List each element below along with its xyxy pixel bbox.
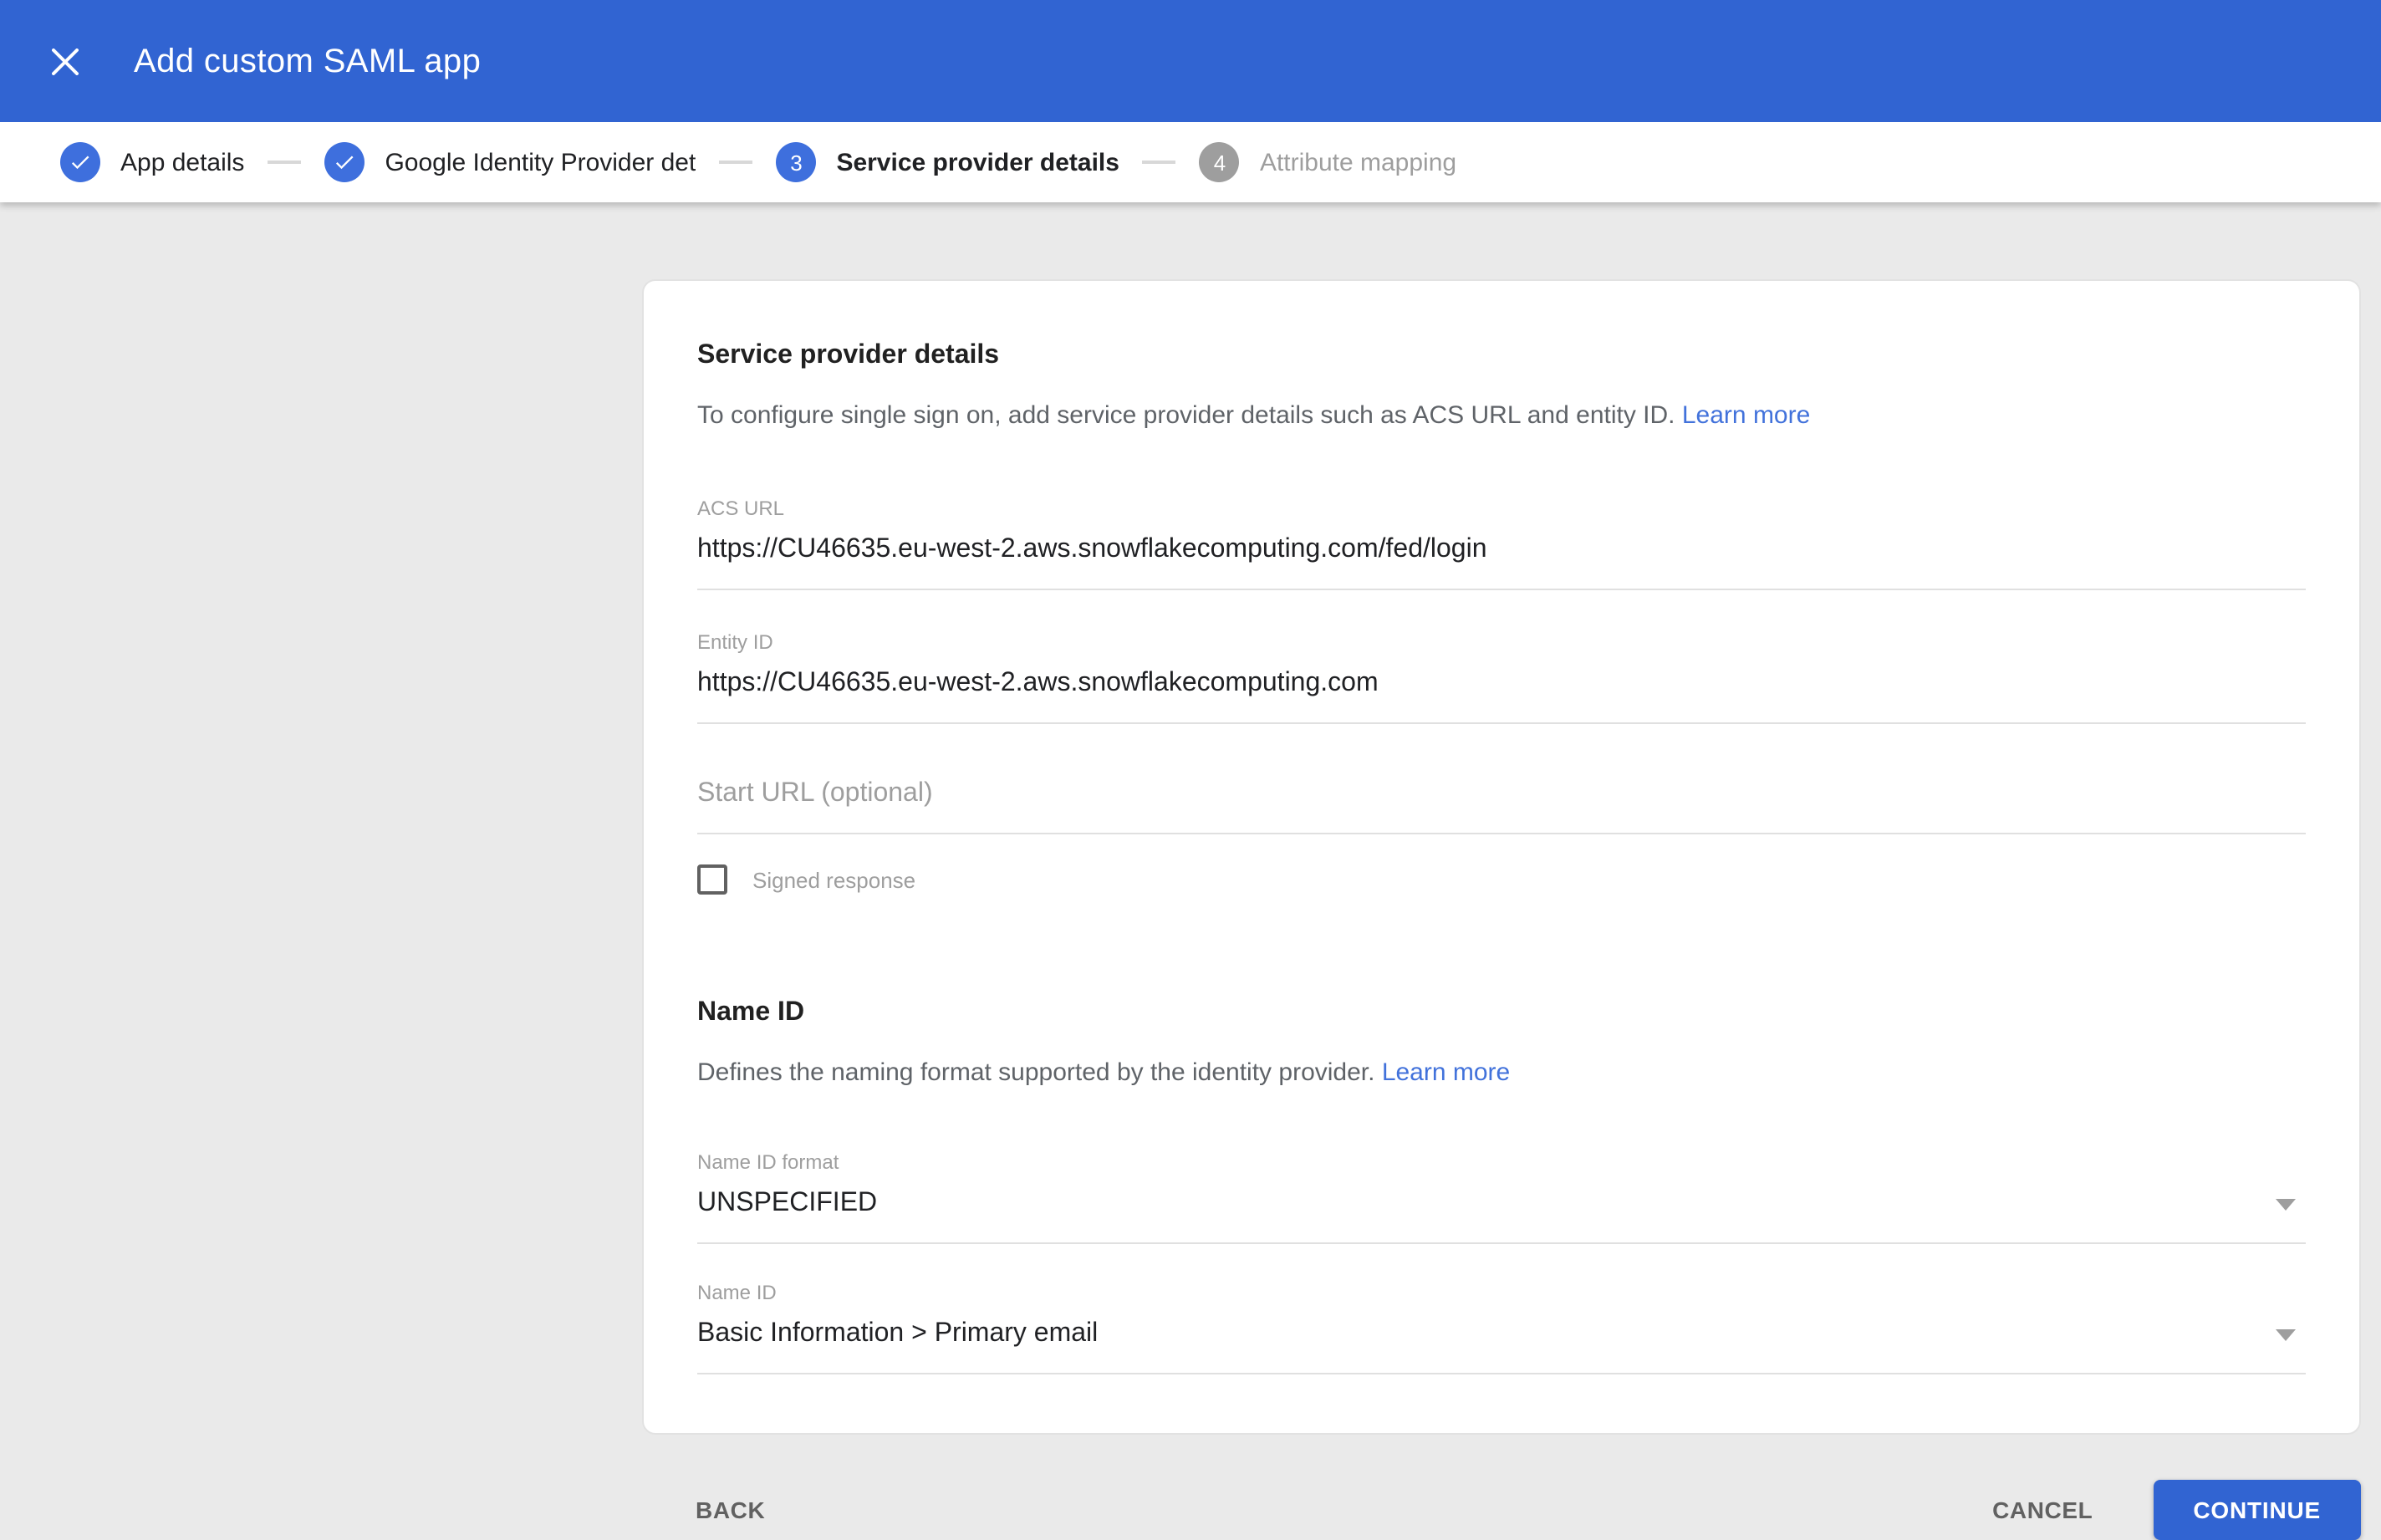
step-4-circle: 4 [1199, 142, 1240, 182]
step-3-number: 3 [790, 150, 803, 175]
step-app-details[interactable]: App details [60, 142, 244, 182]
step-1-label: App details [120, 148, 245, 176]
main-area: Service provider details To configure si… [0, 202, 2381, 1540]
card-title: Service provider details [697, 341, 1000, 370]
step-3-label: Service provider details [836, 148, 1119, 176]
stepper: App details Google Identity Provider det… [0, 122, 2381, 202]
entity-id-label: Entity ID [697, 630, 773, 654]
name-id-description: Defines the naming format supported by t… [697, 1057, 2306, 1090]
appbar: Add custom SAML app [0, 0, 2381, 122]
step-google-idp-details[interactable]: Google Identity Provider details [324, 142, 696, 182]
close-icon [52, 48, 79, 74]
name-id-label: Name ID [697, 1281, 777, 1304]
learn-more-link[interactable]: Learn more [1382, 1058, 1510, 1087]
step-separator [719, 161, 753, 164]
signed-response-label: Signed response [752, 867, 916, 892]
step-attribute-mapping[interactable]: 4 Attribute mapping [1199, 142, 1457, 182]
step-4-label: Attribute mapping [1259, 148, 1457, 176]
name-id-description-text: Defines the naming format supported by t… [697, 1058, 1375, 1087]
name-id-format-select[interactable]: UNSPECIFIED [697, 1174, 2306, 1244]
acs-url-field: ACS URL [697, 497, 2306, 590]
step-service-provider-details[interactable]: 3 Service provider details [776, 142, 1119, 182]
name-id-title: Name ID [697, 998, 805, 1027]
continue-button[interactable]: CONTINUE [2153, 1480, 2361, 1540]
step-4-number: 4 [1213, 150, 1226, 175]
step-1-circle [60, 142, 100, 182]
step-separator [1142, 161, 1176, 164]
name-id-field: Name ID Basic Information > Primary emai… [697, 1281, 2306, 1374]
add-custom-saml-app-dialog: Add custom SAML app App details Google I… [0, 0, 2381, 1540]
chevron-down-icon [2276, 1198, 2296, 1210]
check-icon [71, 156, 89, 170]
service-provider-details-card: Service provider details To configure si… [642, 279, 2361, 1435]
name-id-select[interactable]: Basic Information > Primary email [697, 1304, 2306, 1374]
step-3-circle: 3 [776, 142, 817, 182]
name-id-value: Basic Information > Primary email [697, 1319, 1099, 1348]
name-id-section: Name ID Defines the naming format suppor… [697, 998, 2306, 1374]
chevron-down-icon [2276, 1328, 2296, 1340]
footer-actions: BACK CANCEL CONTINUE [696, 1480, 2361, 1540]
close-button[interactable] [40, 36, 90, 86]
step-2-label: Google Identity Provider details [385, 148, 696, 176]
signed-response-checkbox[interactable] [697, 864, 727, 895]
entity-id-field: Entity ID [697, 630, 2306, 724]
acs-url-input[interactable] [697, 520, 2306, 590]
name-id-format-label: Name ID format [697, 1150, 839, 1174]
signed-response-row: Signed response [697, 864, 2306, 895]
step-2-circle [324, 142, 365, 182]
back-button[interactable]: BACK [696, 1497, 765, 1523]
card-description-text: To configure single sign on, add service… [697, 401, 1675, 430]
start-url-input[interactable] [697, 764, 2306, 834]
learn-more-link[interactable]: Learn more [1682, 401, 1810, 430]
start-url-field [697, 764, 2306, 834]
cancel-button[interactable]: CANCEL [1992, 1497, 2093, 1523]
name-id-format-field: Name ID format UNSPECIFIED [697, 1150, 2306, 1244]
step-separator [268, 161, 302, 164]
name-id-format-value: UNSPECIFIED [697, 1189, 878, 1217]
card-description: To configure single sign on, add service… [697, 400, 2306, 433]
acs-url-label: ACS URL [697, 497, 785, 520]
dialog-title: Add custom SAML app [134, 43, 482, 80]
entity-id-input[interactable] [697, 654, 2306, 724]
check-icon [336, 156, 354, 170]
